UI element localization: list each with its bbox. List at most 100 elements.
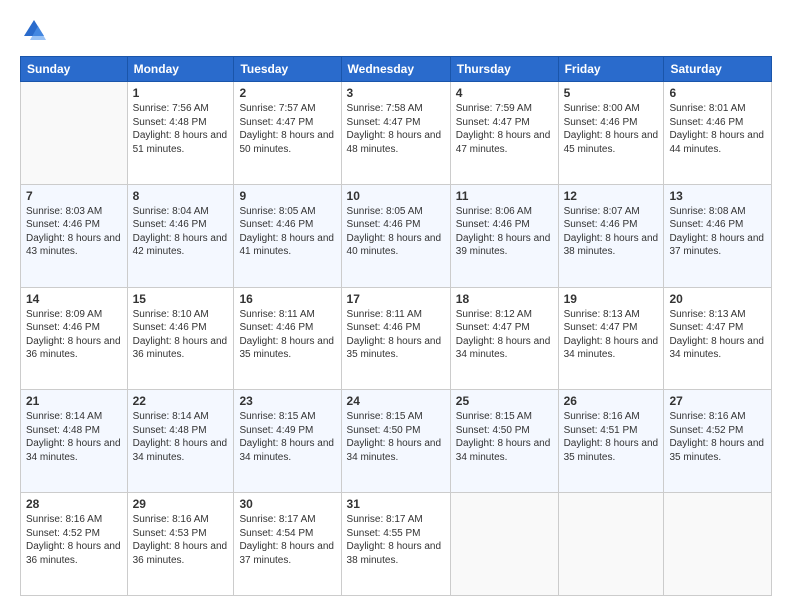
day-number: 21 <box>26 394 122 408</box>
day-info: Sunrise: 8:13 AMSunset: 4:47 PMDaylight:… <box>669 308 766 362</box>
day-info: Sunrise: 8:13 AMSunset: 4:47 PMDaylight:… <box>564 308 659 362</box>
day-info: Sunrise: 8:00 AMSunset: 4:46 PMDaylight:… <box>564 102 659 156</box>
day-number: 11 <box>456 189 553 203</box>
day-number: 5 <box>564 86 659 100</box>
calendar-cell: 7 Sunrise: 8:03 AMSunset: 4:46 PMDaylight… <box>21 184 128 287</box>
calendar-table: SundayMondayTuesdayWednesdayThursdayFrid… <box>20 56 772 596</box>
calendar-cell: 15 Sunrise: 8:10 AMSunset: 4:46 PMDayligh… <box>127 287 234 390</box>
calendar-cell: 16 Sunrise: 8:11 AMSunset: 4:46 PMDayligh… <box>234 287 341 390</box>
day-number: 14 <box>26 292 122 306</box>
day-info: Sunrise: 8:10 AMSunset: 4:46 PMDaylight:… <box>133 308 229 362</box>
day-number: 28 <box>26 497 122 511</box>
day-info: Sunrise: 8:08 AMSunset: 4:46 PMDaylight:… <box>669 205 766 259</box>
day-info: Sunrise: 8:16 AMSunset: 4:52 PMDaylight:… <box>26 513 122 567</box>
day-number: 29 <box>133 497 229 511</box>
calendar-cell: 13 Sunrise: 8:08 AMSunset: 4:46 PMDayligh… <box>664 184 772 287</box>
day-number: 12 <box>564 189 659 203</box>
calendar-cell: 10Sunrise: 8:05 AMSunset: 4:46 PMDayligh… <box>341 184 450 287</box>
weekday-header-sunday: Sunday <box>21 57 128 82</box>
day-info: Sunrise: 8:05 AMSunset: 4:46 PMDaylight:… <box>347 205 445 259</box>
calendar-cell <box>558 493 664 596</box>
calendar-cell: 23 Sunrise: 8:15 AMSunset: 4:49 PMDayligh… <box>234 390 341 493</box>
calendar-week-row: 21 Sunrise: 8:14 AMSunset: 4:48 PMDayligh… <box>21 390 772 493</box>
calendar-cell <box>21 82 128 185</box>
calendar-cell: 8Sunrise: 8:04 AMSunset: 4:46 PMDaylight… <box>127 184 234 287</box>
day-info: Sunrise: 8:06 AMSunset: 4:46 PMDaylight:… <box>456 205 553 259</box>
day-number: 6 <box>669 86 766 100</box>
day-number: 31 <box>347 497 445 511</box>
calendar-week-row: 28 Sunrise: 8:16 AMSunset: 4:52 PMDayligh… <box>21 493 772 596</box>
day-number: 15 <box>133 292 229 306</box>
day-info: Sunrise: 8:01 AMSunset: 4:46 PMDaylight:… <box>669 102 766 156</box>
day-number: 23 <box>239 394 335 408</box>
day-number: 25 <box>456 394 553 408</box>
weekday-header-row: SundayMondayTuesdayWednesdayThursdayFrid… <box>21 57 772 82</box>
day-info: Sunrise: 8:17 AMSunset: 4:55 PMDaylight:… <box>347 513 445 567</box>
day-info: Sunrise: 8:07 AMSunset: 4:46 PMDaylight:… <box>564 205 659 259</box>
calendar-body: 1Sunrise: 7:56 AMSunset: 4:48 PMDaylight… <box>21 82 772 596</box>
weekday-header-monday: Monday <box>127 57 234 82</box>
calendar-cell: 20 Sunrise: 8:13 AMSunset: 4:47 PMDayligh… <box>664 287 772 390</box>
calendar-cell <box>664 493 772 596</box>
day-info: Sunrise: 8:05 AMSunset: 4:46 PMDaylight:… <box>239 205 335 259</box>
day-number: 18 <box>456 292 553 306</box>
day-info: Sunrise: 8:16 AMSunset: 4:52 PMDaylight:… <box>669 410 766 464</box>
logo <box>20 16 52 44</box>
calendar-cell: 5 Sunrise: 8:00 AMSunset: 4:46 PMDaylight… <box>558 82 664 185</box>
day-info: Sunrise: 8:17 AMSunset: 4:54 PMDaylight:… <box>239 513 335 567</box>
day-info: Sunrise: 8:11 AMSunset: 4:46 PMDaylight:… <box>347 308 445 362</box>
day-info: Sunrise: 8:04 AMSunset: 4:46 PMDaylight:… <box>133 205 229 259</box>
day-info: Sunrise: 7:59 AMSunset: 4:47 PMDaylight:… <box>456 102 553 156</box>
day-number: 24 <box>347 394 445 408</box>
day-number: 26 <box>564 394 659 408</box>
day-info: Sunrise: 8:15 AMSunset: 4:50 PMDaylight:… <box>456 410 553 464</box>
calendar-cell: 3 Sunrise: 7:58 AMSunset: 4:47 PMDaylight… <box>341 82 450 185</box>
weekday-header-saturday: Saturday <box>664 57 772 82</box>
calendar-cell: 30 Sunrise: 8:17 AMSunset: 4:54 PMDayligh… <box>234 493 341 596</box>
calendar-cell: 22 Sunrise: 8:14 AMSunset: 4:48 PMDayligh… <box>127 390 234 493</box>
calendar-cell: 17Sunrise: 8:11 AMSunset: 4:46 PMDayligh… <box>341 287 450 390</box>
calendar-cell: 9 Sunrise: 8:05 AMSunset: 4:46 PMDaylight… <box>234 184 341 287</box>
day-number: 7 <box>26 189 122 203</box>
day-number: 4 <box>456 86 553 100</box>
calendar-cell: 21Sunrise: 8:14 AMSunset: 4:48 PMDayligh… <box>21 390 128 493</box>
calendar-cell <box>450 493 558 596</box>
calendar-week-row: 14 Sunrise: 8:09 AMSunset: 4:46 PMDayligh… <box>21 287 772 390</box>
day-info: Sunrise: 8:03 AMSunset: 4:46 PMDaylight:… <box>26 205 122 259</box>
calendar-cell: 12 Sunrise: 8:07 AMSunset: 4:46 PMDayligh… <box>558 184 664 287</box>
calendar-week-row: 7 Sunrise: 8:03 AMSunset: 4:46 PMDaylight… <box>21 184 772 287</box>
day-number: 3 <box>347 86 445 100</box>
header <box>20 16 772 44</box>
calendar-cell: 18Sunrise: 8:12 AMSunset: 4:47 PMDayligh… <box>450 287 558 390</box>
day-number: 30 <box>239 497 335 511</box>
day-info: Sunrise: 8:15 AMSunset: 4:49 PMDaylight:… <box>239 410 335 464</box>
day-number: 13 <box>669 189 766 203</box>
day-info: Sunrise: 7:57 AMSunset: 4:47 PMDaylight:… <box>239 102 335 156</box>
day-info: Sunrise: 8:11 AMSunset: 4:46 PMDaylight:… <box>239 308 335 362</box>
weekday-header-tuesday: Tuesday <box>234 57 341 82</box>
day-info: Sunrise: 8:09 AMSunset: 4:46 PMDaylight:… <box>26 308 122 362</box>
day-number: 27 <box>669 394 766 408</box>
calendar-week-row: 1Sunrise: 7:56 AMSunset: 4:48 PMDaylight… <box>21 82 772 185</box>
day-number: 9 <box>239 189 335 203</box>
calendar-cell: 29Sunrise: 8:16 AMSunset: 4:53 PMDayligh… <box>127 493 234 596</box>
calendar-cell: 26Sunrise: 8:16 AMSunset: 4:51 PMDayligh… <box>558 390 664 493</box>
day-info: Sunrise: 8:15 AMSunset: 4:50 PMDaylight:… <box>347 410 445 464</box>
day-number: 22 <box>133 394 229 408</box>
calendar-cell: 11 Sunrise: 8:06 AMSunset: 4:46 PMDayligh… <box>450 184 558 287</box>
day-info: Sunrise: 7:58 AMSunset: 4:47 PMDaylight:… <box>347 102 445 156</box>
weekday-header-thursday: Thursday <box>450 57 558 82</box>
logo-icon <box>20 16 48 44</box>
calendar-header: SundayMondayTuesdayWednesdayThursdayFrid… <box>21 57 772 82</box>
weekday-header-friday: Friday <box>558 57 664 82</box>
calendar-cell: 6 Sunrise: 8:01 AMSunset: 4:46 PMDaylight… <box>664 82 772 185</box>
page: SundayMondayTuesdayWednesdayThursdayFrid… <box>0 0 792 612</box>
calendar-cell: 25 Sunrise: 8:15 AMSunset: 4:50 PMDayligh… <box>450 390 558 493</box>
day-info: Sunrise: 8:14 AMSunset: 4:48 PMDaylight:… <box>133 410 229 464</box>
day-number: 16 <box>239 292 335 306</box>
calendar-cell: 4 Sunrise: 7:59 AMSunset: 4:47 PMDaylight… <box>450 82 558 185</box>
day-number: 20 <box>669 292 766 306</box>
day-info: Sunrise: 7:56 AMSunset: 4:48 PMDaylight:… <box>133 102 229 156</box>
calendar-cell: 1Sunrise: 7:56 AMSunset: 4:48 PMDaylight… <box>127 82 234 185</box>
calendar-cell: 31 Sunrise: 8:17 AMSunset: 4:55 PMDayligh… <box>341 493 450 596</box>
